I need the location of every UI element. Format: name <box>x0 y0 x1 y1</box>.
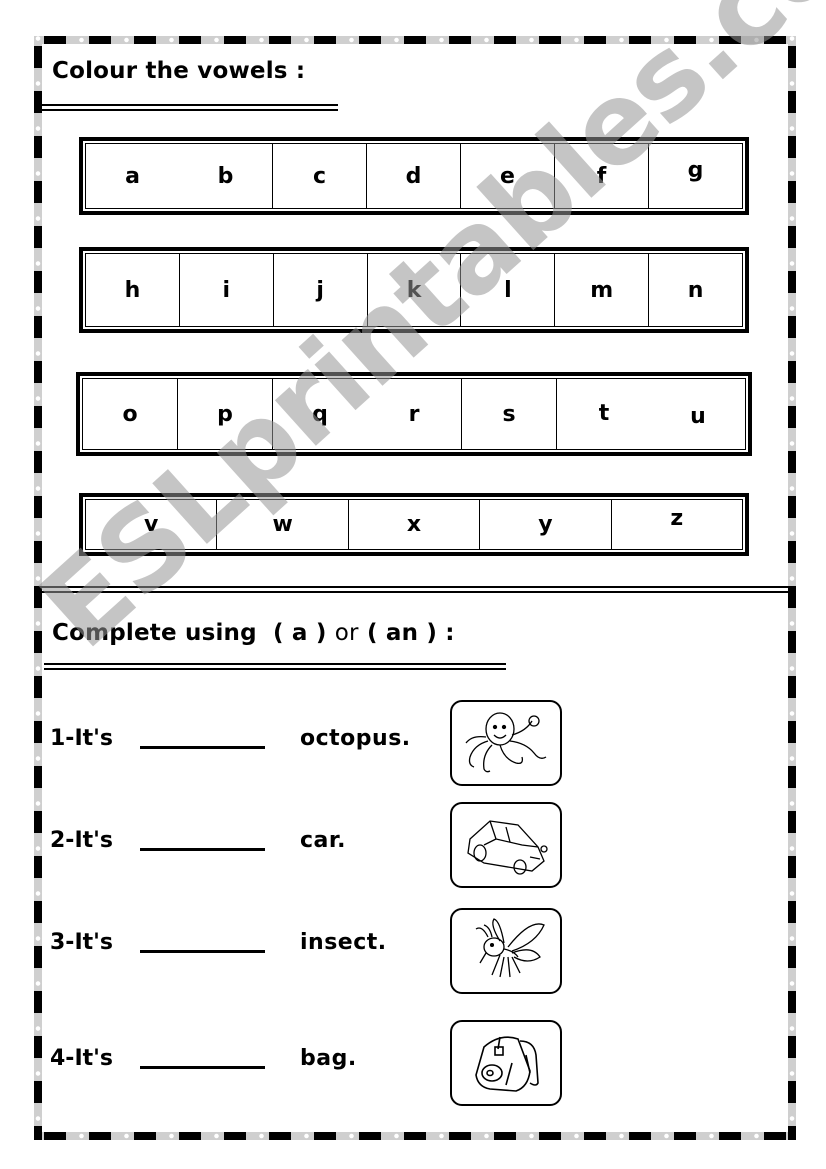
letter-cell[interactable]: c <box>272 144 366 208</box>
watermark: ESLprintables.com <box>16 0 826 674</box>
exercise-item-1: 1-It's octopus. <box>50 700 570 790</box>
section-title-colour-vowels: Colour the vowels : <box>52 58 306 84</box>
title-underline <box>44 663 506 670</box>
letter-cell[interactable]: i <box>178 254 273 326</box>
octopus-picture <box>450 700 562 786</box>
bag-picture <box>450 1020 562 1106</box>
backpack-icon <box>475 1036 539 1092</box>
item-number: 4-It's <box>50 1046 113 1071</box>
letter-cell[interactable]: q <box>272 379 367 449</box>
letter-cell[interactable]: s <box>461 379 556 449</box>
item-word: octopus. <box>300 726 411 751</box>
section-title-complete: Complete using ( a ) or ( an ) : <box>52 620 455 646</box>
letter-cell[interactable]: z <box>610 500 742 549</box>
letter-cell[interactable]: x <box>347 500 479 549</box>
letter-cell[interactable]: w <box>216 500 347 549</box>
letter-cell[interactable]: b <box>179 144 272 208</box>
letter-row-3: o p q r s t u <box>76 372 752 456</box>
title-or: or <box>334 620 359 646</box>
answer-blank[interactable] <box>140 848 265 851</box>
octopus-icon <box>465 712 547 773</box>
letter-row-2: h i j k l m n <box>79 247 749 333</box>
letter-cell[interactable]: y <box>479 500 610 549</box>
section-divider <box>42 586 788 593</box>
letter-cell[interactable]: n <box>648 254 742 326</box>
item-word: bag. <box>300 1046 357 1071</box>
item-number: 2-It's <box>50 828 113 853</box>
insect-picture <box>450 908 562 994</box>
item-number: 3-It's <box>50 930 113 955</box>
letter-cell[interactable]: l <box>460 254 554 326</box>
answer-blank[interactable] <box>140 746 265 749</box>
item-word: car. <box>300 828 346 853</box>
title-text: Complete using <box>52 620 257 646</box>
exercise-item-4: 4-It's bag. <box>50 1020 570 1110</box>
insect-icon <box>475 918 545 978</box>
car-picture <box>450 802 562 888</box>
letter-cell[interactable]: r <box>367 379 461 449</box>
exercise-item-3: 3-It's insect. <box>50 908 570 998</box>
car-icon <box>467 820 548 875</box>
title-underline <box>42 104 338 111</box>
letter-cell[interactable]: a <box>86 144 179 208</box>
letter-cell[interactable]: o <box>83 379 177 449</box>
letter-cell[interactable]: h <box>86 254 179 326</box>
letter-cell[interactable]: f <box>554 144 648 208</box>
letter-cell[interactable]: t <box>556 379 651 449</box>
title-option-a: ( a ) <box>273 620 327 646</box>
letter-cell[interactable]: j <box>272 254 367 326</box>
letter-cell[interactable]: d <box>366 144 460 208</box>
letter-cell[interactable]: e <box>460 144 554 208</box>
letter-row-4: v w x y z <box>79 493 749 556</box>
answer-blank[interactable] <box>140 950 265 953</box>
page-border-top-dots <box>34 36 796 44</box>
page-border-left-dots <box>34 36 42 1140</box>
letter-cell[interactable]: u <box>651 379 745 449</box>
item-word: insect. <box>300 930 387 955</box>
letter-cell[interactable]: p <box>177 379 272 449</box>
item-number: 1-It's <box>50 726 113 751</box>
answer-blank[interactable] <box>140 1066 265 1069</box>
page-border-bottom-dots <box>34 1132 796 1140</box>
page-border-right-dots <box>788 36 796 1140</box>
letter-cell[interactable]: g <box>648 144 742 208</box>
letter-cell[interactable]: k <box>366 254 461 326</box>
title-option-an: ( an ) : <box>366 620 455 646</box>
letter-cell[interactable]: m <box>554 254 648 326</box>
exercise-item-2: 2-It's car. <box>50 802 570 892</box>
letter-cell[interactable]: v <box>86 500 216 549</box>
letter-row-1: a b c d e f g <box>79 137 749 215</box>
